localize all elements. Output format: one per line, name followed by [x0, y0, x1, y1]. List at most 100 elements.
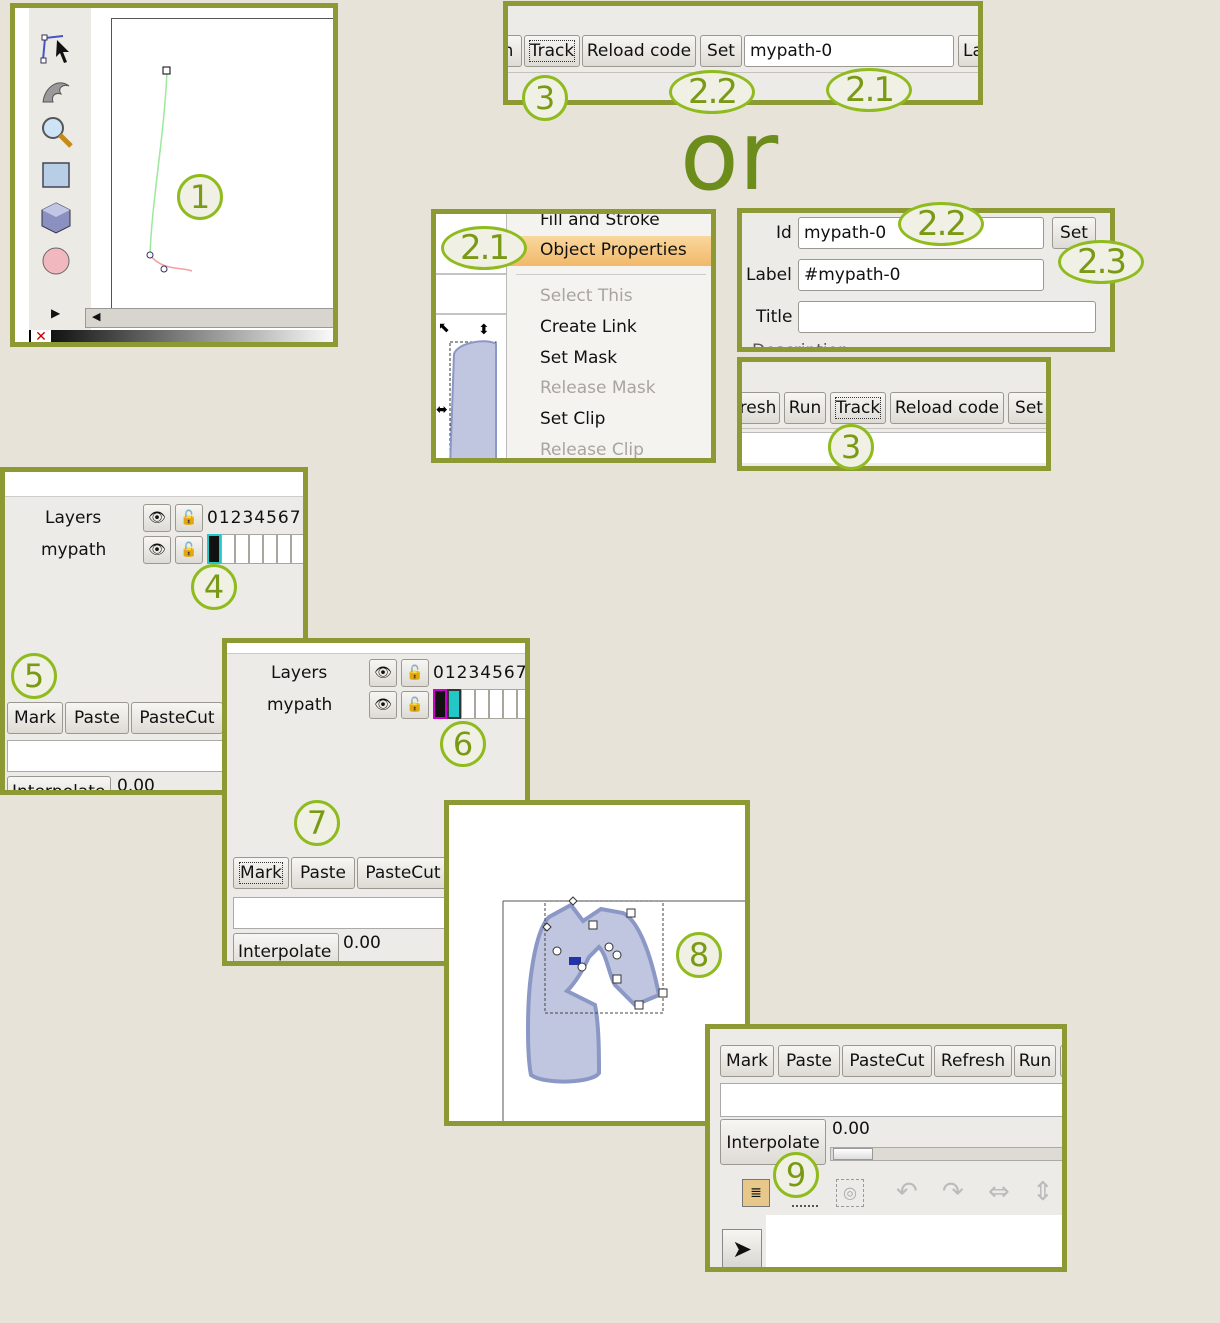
frame-cell[interactable]: [475, 689, 489, 719]
menu-select-this[interactable]: Select This: [540, 286, 633, 306]
script-toolbar-bottom: Mark Paste PasteCut Refresh Run Interpol…: [705, 1024, 1067, 1272]
interpolate-button-b[interactable]: Interpolate: [233, 933, 339, 961]
menu-fill-stroke[interactable]: Fill and Stroke: [540, 214, 660, 230]
node-tool-icon[interactable]: [39, 30, 75, 66]
layers-a-row-eye-icon[interactable]: 👁: [143, 536, 171, 564]
menu-release-clip[interactable]: Release Clip: [540, 440, 644, 458]
menu-object-properties[interactable]: Object Properties: [540, 240, 687, 260]
layers-a-header: Layers: [45, 508, 102, 528]
mark-button-b[interactable]: Mark: [233, 857, 289, 889]
mid-input[interactable]: [742, 432, 1046, 463]
rect-tool-icon[interactable]: [39, 158, 75, 194]
paste-button-c[interactable]: Paste: [778, 1045, 840, 1077]
layers-a-frames-header: 01234567: [207, 508, 302, 528]
run-button-c[interactable]: Run: [1014, 1045, 1056, 1077]
tweak-tool-icon[interactable]: [39, 72, 75, 108]
callout-3-mid: 3: [828, 424, 874, 470]
label-button[interactable]: La: [958, 35, 978, 67]
menu-create-link[interactable]: Create Link: [540, 317, 637, 337]
frame-cell[interactable]: [277, 534, 291, 564]
no-color-icon[interactable]: ✕: [31, 330, 51, 342]
frame-cell[interactable]: [263, 534, 277, 564]
svg-text:⬍: ⬍: [478, 322, 490, 338]
layers-a-lock-icon[interactable]: 🔓: [175, 504, 203, 532]
interpolate-button-a[interactable]: Interpolate: [7, 776, 111, 790]
reload-code-button-mid[interactable]: Reload code: [890, 392, 1004, 424]
undo-icon[interactable]: ↶: [896, 1177, 918, 1207]
track-button[interactable]: Track: [524, 35, 580, 67]
layers-b-eye-icon[interactable]: 👁: [369, 659, 397, 687]
palette-strip: [29, 330, 333, 342]
frame-cell[interactable]: [235, 534, 249, 564]
title-label: Title: [756, 307, 793, 327]
frame-cell[interactable]: [489, 689, 503, 719]
paste-button-b[interactable]: Paste: [291, 857, 355, 889]
menu-set-mask[interactable]: Set Mask: [540, 348, 617, 368]
mid-divider: [742, 428, 1046, 429]
callout-6: 6: [440, 721, 486, 767]
redo-icon[interactable]: ↷: [942, 1177, 964, 1207]
svg-text:⬌: ⬌: [436, 402, 448, 418]
set-button-mid[interactable]: Set: [1008, 392, 1046, 424]
track-button-mid[interactable]: Track: [830, 392, 886, 424]
frame-cell[interactable]: [461, 689, 475, 719]
slider-handle[interactable]: [833, 1148, 873, 1160]
object-title-field[interactable]: [798, 301, 1096, 333]
layers-a-eye-icon[interactable]: 👁: [143, 504, 171, 532]
keyframe-cell[interactable]: [207, 534, 221, 564]
or-label: or: [680, 100, 779, 212]
run-button[interactable]: Run: [784, 392, 826, 424]
object-label-field[interactable]: #mypath-0: [798, 259, 1044, 291]
frame-cell[interactable]: [517, 689, 525, 719]
flip-horizontal-icon[interactable]: ⇔: [988, 1177, 1010, 1207]
id-field[interactable]: mypath-0: [744, 35, 954, 67]
callout-5: 5: [11, 653, 57, 699]
menu-set-clip[interactable]: Set Clip: [540, 409, 605, 429]
layers-b-frame-cells[interactable]: [433, 689, 525, 719]
3dbox-tool-icon[interactable]: [39, 200, 75, 236]
canvas-area[interactable]: [111, 18, 333, 309]
layers-a-row-lock-icon[interactable]: 🔓: [175, 536, 203, 564]
h-scrollbar[interactable]: ◀: [85, 308, 333, 328]
set-button[interactable]: Set: [700, 35, 742, 67]
pastecut-button-b[interactable]: PasteCut: [357, 857, 449, 889]
frame-cell[interactable]: [249, 534, 263, 564]
keyframe-cell[interactable]: [433, 689, 447, 719]
flip-vertical-icon[interactable]: ⇕: [1032, 1177, 1054, 1207]
callout-2-2-top: 2.2: [669, 70, 755, 114]
menu-release-mask[interactable]: Release Mask: [540, 378, 656, 398]
pastecut-button-c[interactable]: PasteCut: [842, 1045, 932, 1077]
layers-a-frame-cells[interactable]: [207, 534, 303, 564]
circle-tool-icon[interactable]: [39, 244, 75, 280]
snapshot-icon[interactable]: ◎: [836, 1179, 864, 1207]
bottom-canvas[interactable]: [766, 1215, 1062, 1267]
refresh-button-c[interactable]: Refresh: [934, 1045, 1012, 1077]
layers-b-row-eye-icon[interactable]: 👁: [369, 691, 397, 719]
select-tool-icon[interactable]: ➤: [722, 1229, 762, 1267]
layers-b-header: Layers: [271, 663, 328, 683]
bottom-input[interactable]: [720, 1083, 1062, 1117]
callout-2-2-props: 2.2: [898, 202, 984, 246]
pastecut-button-a[interactable]: PasteCut: [131, 702, 223, 734]
interpolate-slider[interactable]: [830, 1147, 1062, 1161]
frame-cell[interactable]: [291, 534, 303, 564]
mark-button-a[interactable]: Mark: [7, 702, 63, 734]
frame-cell[interactable]: [221, 534, 235, 564]
reload-code-button[interactable]: Reload code: [582, 35, 696, 67]
paste-button-a[interactable]: Paste: [65, 702, 129, 734]
expand-arrow-icon[interactable]: ▶: [51, 306, 60, 320]
zoom-tool-icon[interactable]: [39, 114, 75, 150]
partial-button[interactable]: n: [508, 35, 522, 67]
callout-7: 7: [294, 800, 340, 846]
layers-b-row-lock-icon[interactable]: 🔓: [401, 691, 429, 719]
more-button-c[interactable]: [1060, 1045, 1062, 1077]
frame-cell[interactable]: [503, 689, 517, 719]
script-editor-icon[interactable]: ≣: [742, 1179, 770, 1207]
callout-2-1-menu: 2.1: [441, 226, 527, 270]
callout-2-3: 2.3: [1058, 240, 1144, 284]
refresh-button[interactable]: resh: [742, 392, 780, 424]
keyframe-cell[interactable]: [447, 689, 461, 719]
mark-button-c[interactable]: Mark: [720, 1045, 774, 1077]
callout-8: 8: [676, 932, 722, 978]
layers-b-lock-icon[interactable]: 🔓: [401, 659, 429, 687]
